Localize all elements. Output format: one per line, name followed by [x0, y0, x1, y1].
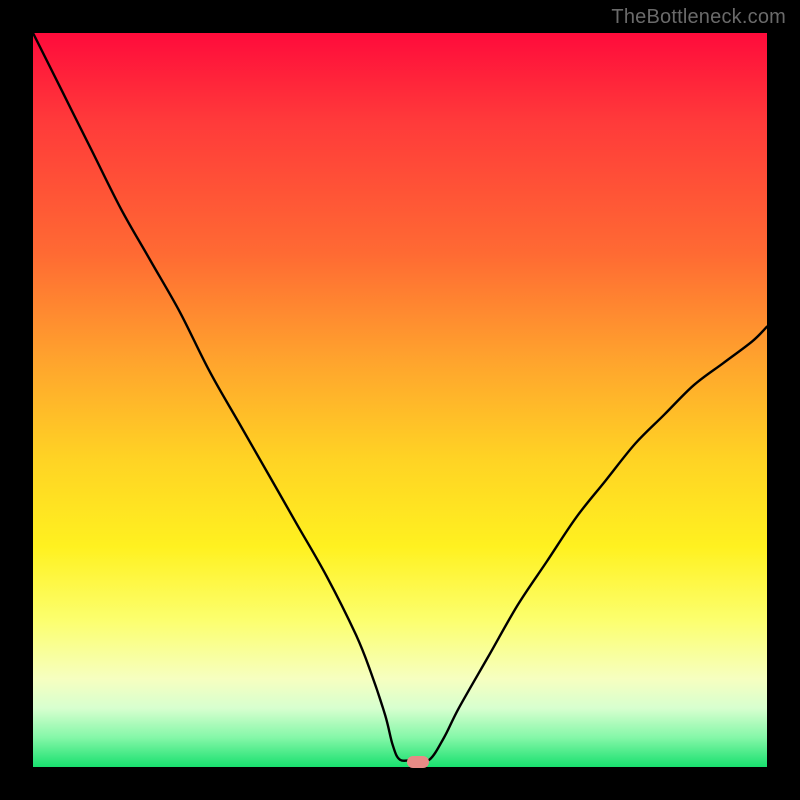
heat-gradient-background — [33, 33, 767, 767]
watermark-text: TheBottleneck.com — [611, 6, 786, 29]
optimal-marker — [407, 756, 429, 768]
chart-frame: TheBottleneck.com — [0, 0, 800, 800]
